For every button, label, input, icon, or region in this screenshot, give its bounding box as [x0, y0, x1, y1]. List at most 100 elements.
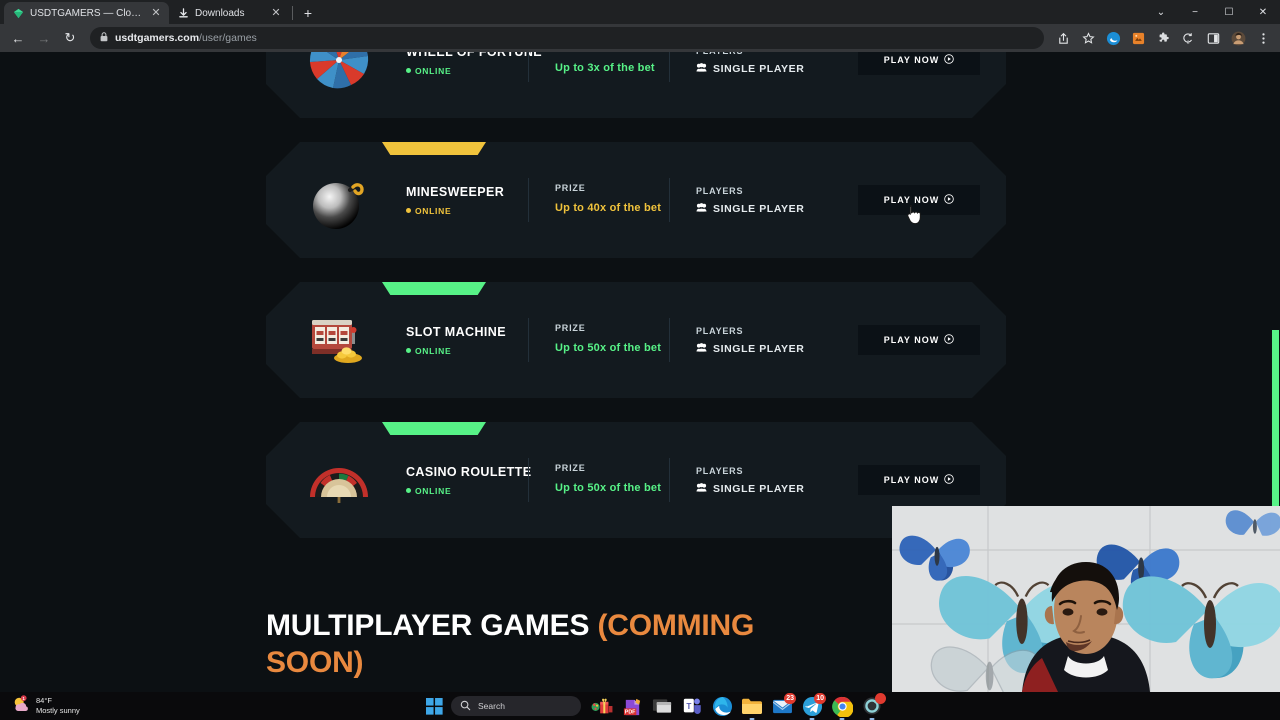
microsoft-edge-icon[interactable]: [711, 695, 733, 717]
players-value-row: SINGLE PLAYER: [696, 63, 830, 75]
close-window-button[interactable]: ✕: [1246, 0, 1280, 24]
toolbar-icons: 2: [1052, 27, 1274, 49]
status-dot: [406, 68, 411, 73]
players-label: PLAYERS: [696, 465, 744, 476]
game-name: WHEEL OF FORTUNE: [406, 52, 542, 59]
weather-icon: 1: [12, 694, 30, 718]
prize-value: Up to 50x of the bet: [555, 341, 662, 354]
close-icon[interactable]: ✕: [271, 7, 281, 19]
status-dot: [406, 348, 411, 353]
play-circle-icon: [944, 54, 954, 66]
game-card[interactable]: WHEEL OF FORTUNE ONLINE PRIZE Up to 3x o…: [266, 52, 1006, 118]
chat-app-icon[interactable]: [861, 693, 886, 720]
play-now-button[interactable]: PLAY NOW: [858, 325, 980, 355]
prize-value: Up to 50x of the bet: [555, 481, 662, 494]
game-card[interactable]: SLOT MACHINE ONLINE PRIZE Up to 50x of t…: [266, 282, 1006, 398]
players-group-icon: [696, 202, 707, 215]
status-badge: ONLINE: [406, 206, 528, 216]
forward-icon[interactable]: →: [32, 26, 56, 50]
lock-icon: [100, 32, 108, 44]
extension-orange-icon[interactable]: [1127, 27, 1149, 49]
extensions-puzzle-icon[interactable]: [1152, 27, 1174, 49]
bookmark-star-icon[interactable]: [1077, 27, 1099, 49]
play-button-wrap: PLAY NOW: [858, 185, 988, 225]
reload-icon[interactable]: ↻: [58, 26, 82, 50]
status-label: ONLINE: [415, 485, 452, 496]
status-badge: ONLINE: [406, 486, 528, 496]
chevron-down-icon[interactable]: ⌄: [1144, 0, 1178, 24]
play-now-button[interactable]: PLAY NOW: [858, 185, 980, 215]
players-value: SINGLE PLAYER: [713, 202, 805, 215]
play-button-wrap: PLAY NOW: [858, 52, 988, 75]
status-label: ONLINE: [415, 205, 452, 216]
game-title-column: CASINO ROULETTE ONLINE: [376, 465, 531, 496]
search-placeholder: Search: [478, 701, 505, 711]
players-value-row: SINGLE PLAYER: [696, 343, 830, 355]
status-dot: [406, 488, 411, 493]
players-column: PLAYERS SINGLE PLAYER: [670, 186, 830, 215]
status-badge: ONLINE: [406, 66, 528, 76]
game-title-column: MINESWEEPER ONLINE: [376, 185, 528, 216]
search-input[interactable]: Search: [451, 696, 581, 716]
game-name: MINESWEEPER: [406, 184, 505, 199]
telegram-icon[interactable]: 10: [801, 693, 826, 720]
browser-tab-usdtgamers[interactable]: USDTGAMERS — Cloud mining , ✕: [4, 2, 169, 24]
taskbar-apps: Search PDF T 23 10: [425, 693, 886, 720]
players-group-icon: [696, 62, 707, 75]
bomb-icon: [302, 163, 376, 237]
multiplayer-games-heading: MULTIPLAYER GAMES (COMMING SOON): [0, 562, 760, 681]
players-group-icon: [696, 342, 707, 355]
weather-widget[interactable]: 1 84°F Mostly sunny: [0, 694, 230, 718]
edge-copilot-icon[interactable]: [1102, 27, 1124, 49]
players-value-row: SINGLE PLAYER: [696, 203, 830, 215]
url-host: usdtgamers.com: [115, 32, 200, 44]
profile-avatar-icon[interactable]: [1227, 27, 1249, 49]
downloads-arrow-icon[interactable]: 2: [1177, 27, 1199, 49]
file-explorer-window-icon[interactable]: [651, 695, 673, 717]
play-circle-icon: [944, 474, 954, 486]
tab-title: USDTGAMERS — Cloud mining ,: [30, 7, 145, 19]
card-ribbon: [382, 422, 486, 435]
minimize-button[interactable]: −: [1178, 0, 1212, 24]
split-screen-icon[interactable]: [1202, 27, 1224, 49]
browser-window: USDTGAMERS — Cloud mining , ✕ Downloads …: [0, 0, 1280, 720]
prize-column: PRIZE Up to 50x of the bet: [529, 463, 669, 497]
tab-strip: USDTGAMERS — Cloud mining , ✕ Downloads …: [0, 0, 1280, 24]
address-bar[interactable]: usdtgamers.com/user/games: [90, 27, 1044, 49]
play-now-button[interactable]: PLAY NOW: [858, 52, 980, 75]
google-chrome-icon[interactable]: [831, 695, 853, 720]
share-icon[interactable]: [1052, 27, 1074, 49]
close-icon[interactable]: ✕: [151, 7, 161, 19]
browser-tab-downloads[interactable]: Downloads ✕: [169, 2, 289, 24]
play-now-label: PLAY NOW: [883, 195, 940, 205]
start-button[interactable]: [425, 697, 443, 715]
players-column: PLAYERS SINGLE PLAYER: [670, 326, 830, 355]
players-value: SINGLE PLAYER: [713, 342, 805, 355]
microsoft-teams-icon[interactable]: T: [681, 695, 703, 717]
play-circle-icon: [944, 194, 954, 206]
status-badge: ONLINE: [406, 346, 528, 356]
mail-icon[interactable]: 23: [771, 693, 796, 717]
roulette-icon: [302, 443, 376, 517]
wheel-of-fortune-icon: [302, 52, 376, 97]
svg-text:PDF: PDF: [624, 709, 635, 715]
back-icon[interactable]: ←: [6, 26, 30, 50]
more-options-icon[interactable]: [1252, 27, 1274, 49]
play-now-button[interactable]: PLAY NOW: [858, 465, 980, 495]
prize-column: PRIZE Up to 40x of the bet: [529, 183, 669, 217]
tab-divider: [292, 6, 293, 20]
players-value: SINGLE PLAYER: [713, 62, 805, 75]
prize-label: PRIZE: [555, 52, 669, 53]
prize-label: PRIZE: [555, 462, 586, 473]
weather-temp: 84°F: [36, 695, 52, 705]
gift-widget-icon[interactable]: [591, 695, 613, 717]
game-name: SLOT MACHINE: [406, 324, 506, 339]
new-tab-button[interactable]: +: [296, 2, 320, 24]
adobe-acrobat-icon[interactable]: PDF: [621, 695, 643, 717]
players-label: PLAYERS: [696, 185, 744, 196]
notification-badge: 23: [784, 693, 796, 704]
game-card[interactable]: MINESWEEPER ONLINE PRIZE Up to 40x of th…: [266, 142, 1006, 258]
play-now-label: PLAY NOW: [883, 335, 940, 345]
file-explorer-icon[interactable]: [741, 695, 763, 720]
maximize-button[interactable]: ☐: [1212, 0, 1246, 24]
